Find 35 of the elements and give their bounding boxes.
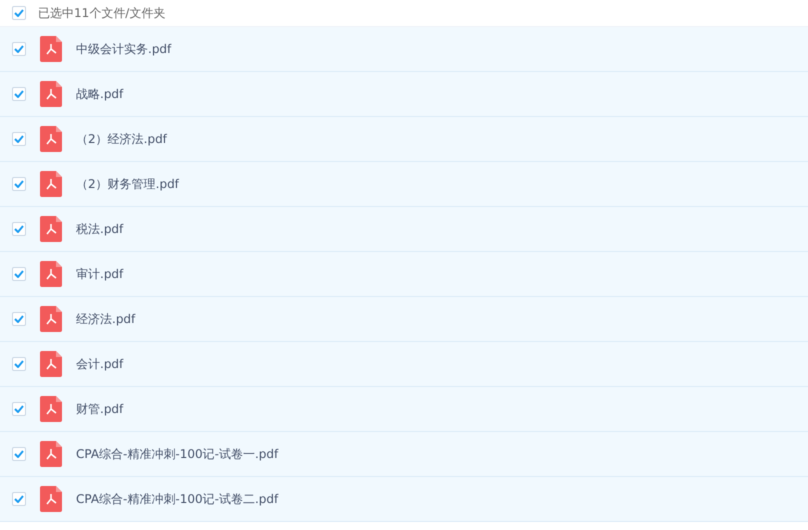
pdf-file-icon (40, 351, 62, 377)
pdf-file-icon (40, 306, 62, 332)
pdf-file-icon (40, 396, 62, 422)
checkbox[interactable] (12, 132, 26, 146)
file-name[interactable]: （2）经济法.pdf (76, 130, 167, 148)
checkbox[interactable] (12, 267, 26, 281)
file-name[interactable]: 财管.pdf (76, 400, 124, 418)
checkbox[interactable] (12, 357, 26, 371)
checkbox[interactable] (12, 177, 26, 191)
file-name[interactable]: 会计.pdf (76, 355, 124, 373)
checkbox[interactable] (12, 222, 26, 236)
file-name[interactable]: 税法.pdf (76, 220, 124, 238)
pdf-file-icon (40, 441, 62, 467)
pdf-file-icon (40, 81, 62, 107)
checkbox[interactable] (12, 402, 26, 416)
pdf-file-icon (40, 261, 62, 287)
checkbox[interactable] (12, 312, 26, 326)
checkbox[interactable] (12, 6, 26, 20)
checkbox[interactable] (12, 42, 26, 56)
checkbox[interactable] (12, 87, 26, 101)
pdf-file-icon (40, 171, 62, 197)
file-name[interactable]: 战略.pdf (76, 85, 124, 103)
file-name[interactable]: 中级会计实务.pdf (76, 40, 172, 58)
pdf-file-icon (40, 216, 62, 242)
file-name[interactable]: 审计.pdf (76, 265, 124, 283)
pdf-file-icon (40, 36, 62, 62)
file-name[interactable]: CPA综合-精准冲刺-100记-试卷一.pdf (76, 445, 278, 463)
file-name[interactable]: CPA综合-精准冲刺-100记-试卷二.pdf (76, 490, 278, 508)
pdf-file-icon (40, 486, 62, 512)
selection-count: 已选中11个文件/文件夹 (38, 5, 166, 22)
checkbox[interactable] (12, 492, 26, 506)
checkbox[interactable] (12, 447, 26, 461)
file-name[interactable]: （2）财务管理.pdf (76, 175, 179, 193)
pdf-file-icon (40, 126, 62, 152)
file-name[interactable]: 经济法.pdf (76, 310, 136, 328)
